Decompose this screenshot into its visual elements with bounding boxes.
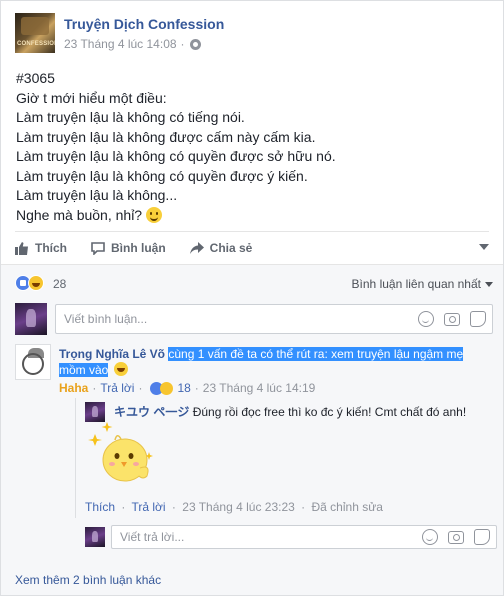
emoji-icon[interactable] <box>422 529 438 545</box>
page-name[interactable]: Truyện Dịch Confession <box>64 16 224 32</box>
comment-label: Bình luận <box>111 241 166 255</box>
post-menu-caret-icon[interactable] <box>479 244 489 250</box>
reply-input[interactable]: Viết trả lời... <box>111 525 497 549</box>
meta-separator: · <box>301 500 306 514</box>
comment-icon <box>91 241 105 255</box>
post-line: #3065 <box>16 70 55 86</box>
meta-separator: · <box>92 381 97 395</box>
reply-input-placeholder: Viết trả lời... <box>120 530 185 544</box>
post-line: Làm truyện lậu là không... <box>16 187 178 203</box>
current-user-avatar[interactable] <box>15 303 47 335</box>
reaction-count[interactable]: 28 <box>53 277 66 291</box>
comment-timestamp[interactable]: 23 Tháng 4 lúc 14:19 <box>203 381 316 395</box>
camera-icon[interactable] <box>444 312 460 326</box>
comment-button[interactable]: Bình luận <box>91 241 166 255</box>
post-text: #3065 Giờ t mới hiểu một điều: Làm truyệ… <box>16 69 336 225</box>
comment-composer: Viết bình luận... <box>15 303 493 335</box>
haha-reaction-icon <box>28 275 44 291</box>
post-line: Làm truyện lậu là không có quyền được ý … <box>16 167 308 184</box>
avatar-label: CONFESSION <box>17 41 55 47</box>
like-button[interactable]: Thích <box>15 241 67 255</box>
meta-separator: · <box>194 381 199 395</box>
post-line: Làm truyện lậu là không được cấm này cấm… <box>16 128 316 145</box>
post-line: Làm truyện lậu là không có quyền được sở… <box>16 148 336 164</box>
reply-text: Đúng rồi đọc free thì ko đc ý kiến! Cmt … <box>192 405 467 419</box>
reply-body: キユウ ペ一ジ Đúng rồi đọc free thì ko đc ý ki… <box>114 404 466 420</box>
sticker-icon[interactable] <box>474 529 490 545</box>
thumbs-up-icon <box>15 241 28 255</box>
reaction-icons[interactable] <box>15 275 44 291</box>
comment-input-placeholder: Viết bình luận... <box>64 312 148 326</box>
current-user-avatar[interactable] <box>85 527 105 547</box>
comment-reaction-count[interactable]: 18 <box>177 381 190 395</box>
share-icon <box>189 241 204 254</box>
commenter-name[interactable]: Trọng Nghĩa Lê Võ <box>59 347 165 361</box>
post-line: Làm truyện lậu là không có tiếng nói. <box>16 109 245 125</box>
post-meta: 23 Tháng 4 lúc 14:08 · <box>64 37 224 51</box>
haha-reaction-icon <box>160 381 174 395</box>
chevron-down-icon[interactable] <box>485 282 493 287</box>
reply-meta: Thích · Trả lời · 23 Tháng 4 lúc 23:23 ·… <box>85 500 383 514</box>
action-bar: Thích Bình luận Chia sẻ <box>15 237 489 259</box>
chick-sticker-icon <box>88 422 153 482</box>
meta-separator: · <box>171 500 176 514</box>
post-line-last: Nghe mà buồn, nhỉ? <box>16 206 336 226</box>
page-avatar[interactable]: CONFESSION <box>15 13 55 53</box>
reply-like-button[interactable]: Thích <box>85 500 115 514</box>
comment-meta: Haha · Trả lời · 18 · 23 Tháng 4 lúc 14:… <box>59 381 315 395</box>
post-timestamp[interactable]: 23 Tháng 4 lúc 14:08 <box>64 37 177 51</box>
laugh-emoji-icon <box>113 362 128 376</box>
haha-reaction-button[interactable]: Haha <box>59 381 88 395</box>
meta-separator: · <box>121 500 126 514</box>
reply-thread-line <box>75 398 76 518</box>
comment-body: Trọng Nghĩa Lê Võ cùng 1 vấn đề ta có th… <box>59 346 469 378</box>
reply-reply-button[interactable]: Trả lời <box>131 500 165 514</box>
divider <box>15 231 489 232</box>
share-label: Chia sẻ <box>209 241 253 255</box>
reply-composer: Viết trả lời... <box>85 525 497 549</box>
share-button[interactable]: Chia sẻ <box>189 241 253 255</box>
reply-button[interactable]: Trả lời <box>100 381 134 395</box>
emoji-icon[interactable] <box>418 311 434 327</box>
meta-separator: · <box>138 381 143 395</box>
post-line: Giờ t mới hiểu một điều: <box>16 89 167 106</box>
smile-emoji-icon <box>145 206 162 223</box>
post-last-line: Nghe mà buồn, nhỉ? <box>16 206 143 223</box>
edited-label[interactable]: Đã chỉnh sửa <box>312 500 383 514</box>
reaction-summary: 28 Bình luận liên quan nhất <box>1 264 503 302</box>
avatar-art <box>21 17 49 35</box>
sticker-icon[interactable] <box>470 311 486 327</box>
globe-icon[interactable] <box>189 38 201 50</box>
comment-input[interactable]: Viết bình luận... <box>55 304 493 334</box>
view-more-comments-link[interactable]: Xem thêm 2 bình luận khác <box>15 573 161 587</box>
replier-name[interactable]: キユウ ペ一ジ <box>114 405 189 419</box>
post-card: CONFESSION Truyện Dịch Confession 23 Thá… <box>0 0 504 596</box>
comment-sort-dropdown[interactable]: Bình luận liên quan nhất <box>352 277 481 291</box>
commenter-avatar[interactable] <box>15 344 51 380</box>
post-header: CONFESSION Truyện Dịch Confession 23 Thá… <box>15 13 224 53</box>
meta-separator: · <box>180 37 185 51</box>
camera-icon[interactable] <box>448 530 464 544</box>
reply-timestamp[interactable]: 23 Tháng 4 lúc 23:23 <box>182 500 295 514</box>
like-label: Thích <box>35 241 67 255</box>
